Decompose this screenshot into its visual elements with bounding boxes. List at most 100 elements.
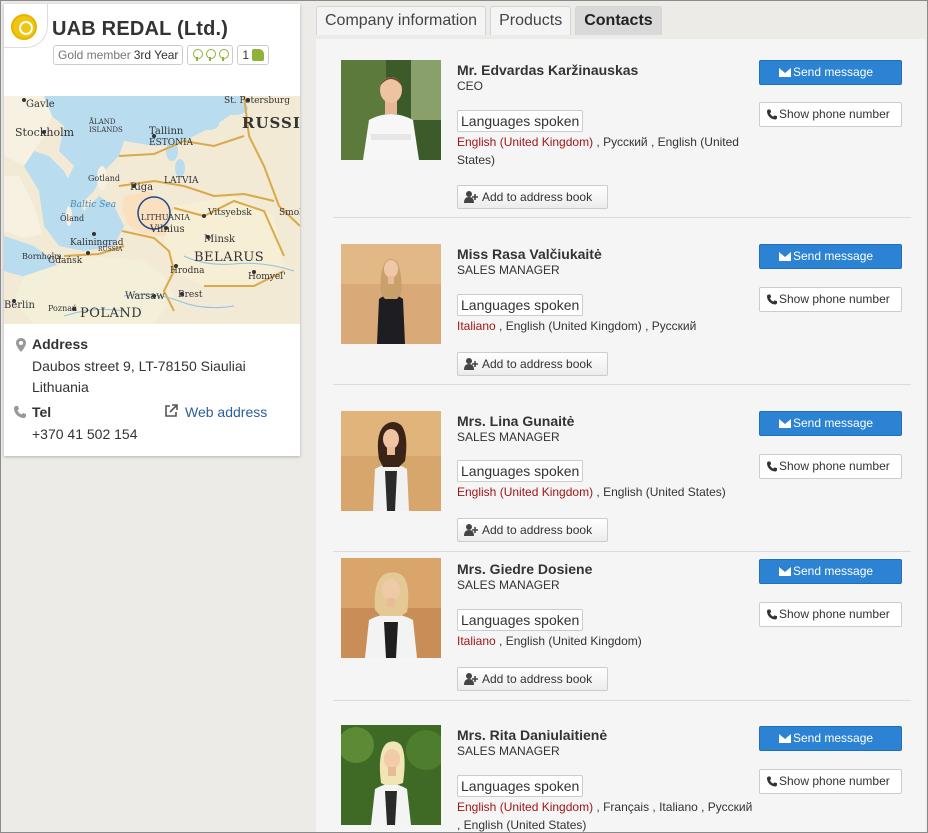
map-label: RUSSIA	[242, 114, 300, 132]
send-message-button[interactable]: Send message	[759, 726, 902, 751]
show-phone-number-button[interactable]: Show phone number	[759, 769, 902, 794]
other-languages: , English (United Kingdom)	[495, 634, 642, 648]
member-level: Gold member	[58, 48, 131, 62]
map-label: ESTONIA	[149, 138, 194, 148]
address-line-2: Lithuania	[32, 379, 89, 395]
likes-badge[interactable]: 1	[237, 45, 270, 65]
external-link-icon	[165, 404, 178, 417]
show-phone-number-button[interactable]: Show phone number	[759, 102, 902, 127]
map-label: ÅLAND ISLANDS	[89, 118, 123, 134]
map-label: Warsaw	[125, 291, 165, 302]
contact-title: SALES MANAGER	[457, 578, 560, 592]
company-logo-icon	[4, 4, 48, 48]
show-phone-number-label: Show phone number	[779, 107, 890, 121]
send-message-button[interactable]: Send message	[759, 411, 902, 436]
contact-languages: Italiano , English (United Kingdom) , Ру…	[457, 317, 757, 335]
tab-company-information[interactable]: Company information	[316, 6, 487, 35]
send-message-label: Send message	[793, 416, 874, 430]
contact-photo	[341, 244, 441, 344]
envelope-icon	[779, 567, 791, 576]
send-message-label: Send message	[793, 249, 874, 263]
native-language: English (United Kingdom)	[457, 485, 594, 499]
membership-badges: Gold member 3rd Year 1	[53, 45, 270, 65]
other-languages: , English (United States)	[593, 485, 726, 499]
tel-value: +370 41 502 154	[32, 426, 138, 442]
diamond-icon	[205, 49, 217, 61]
show-phone-number-button[interactable]: Show phone number	[759, 454, 902, 479]
map-label: Gavle	[26, 99, 55, 110]
map-label: Minsk	[204, 234, 236, 245]
contact-photo	[341, 60, 441, 160]
map-label: Riga	[130, 182, 154, 193]
map-label: Smol	[279, 208, 300, 218]
contact-languages: English (United Kingdom) , Français , It…	[457, 798, 757, 832]
add-to-address-book-label: Add to address book	[482, 357, 593, 371]
map-label: Berlin	[4, 300, 35, 311]
likes-count: 1	[242, 48, 250, 62]
map-label: POLAND	[80, 306, 143, 321]
map-label: Vilnius	[150, 224, 185, 235]
contact-title: SALES MANAGER	[457, 744, 560, 758]
add-to-address-book-button[interactable]: Add to address book	[457, 518, 608, 542]
languages-spoken-label: Languages spoken	[457, 110, 584, 132]
send-message-label: Send message	[793, 731, 874, 745]
add-to-address-book-button[interactable]: Add to address book	[457, 185, 608, 209]
tab-contacts[interactable]: Contacts	[575, 6, 662, 35]
add-to-address-book-label: Add to address book	[482, 672, 593, 686]
map-label: BELARUS	[194, 250, 265, 265]
contact-name: Mrs. Lina Gunaitė	[457, 413, 575, 429]
add-user-icon	[464, 524, 478, 536]
map-pin-icon	[16, 338, 26, 352]
contact-photo	[341, 558, 441, 658]
membership-badge[interactable]: Gold member 3rd Year	[53, 45, 184, 65]
send-message-button[interactable]: Send message	[759, 559, 902, 584]
phone-icon	[767, 776, 777, 787]
contact-photo	[341, 725, 441, 825]
envelope-icon	[779, 734, 791, 743]
add-to-address-book-button[interactable]: Add to address book	[457, 667, 608, 691]
map-label: Vitsyebsk	[208, 208, 252, 218]
phone-icon	[767, 461, 777, 472]
contact-card: Miss Rasa Valčiukaitė SALES MANAGER Lang…	[333, 218, 911, 385]
add-to-address-book-label: Add to address book	[482, 523, 593, 537]
contact-name: Miss Rasa Valčiukaitė	[457, 246, 602, 262]
add-user-icon	[464, 673, 478, 685]
map-label: Brest	[178, 290, 203, 300]
contacts-panel: Mr. Edvardas Karžinauskas CEO Languages …	[316, 39, 926, 832]
languages-spoken-label: Languages spoken	[457, 294, 584, 316]
map-label: Bornholm	[22, 252, 62, 261]
languages-spoken-label: Languages spoken	[457, 460, 584, 482]
member-years: 3rd Year	[133, 48, 179, 62]
map-label: LATVIA	[164, 176, 199, 186]
contact-card: Mrs. Giedre Dosiene SALES MANAGER Langua…	[333, 552, 911, 701]
rating-badge[interactable]	[187, 45, 234, 65]
show-phone-number-label: Show phone number	[779, 774, 890, 788]
phone-icon	[767, 609, 777, 620]
company-tabs: Company information Products Contacts	[316, 6, 662, 35]
show-phone-number-button[interactable]: Show phone number	[759, 287, 902, 312]
contact-card: Mrs. Lina Gunaitė SALES MANAGER Language…	[333, 385, 911, 552]
map-label: Poznań	[48, 304, 78, 313]
show-phone-number-button[interactable]: Show phone number	[759, 602, 902, 627]
map-label: LITHUANIA	[141, 213, 190, 222]
location-map[interactable]: Gavle St. Petersburg ÅLAND ISLANDS RUSSI…	[4, 96, 300, 324]
contact-card: Mrs. Rita Daniulaitienė SALES MANAGER La…	[333, 701, 911, 832]
phone-icon	[767, 294, 777, 305]
send-message-button[interactable]: Send message	[759, 60, 902, 85]
send-message-button[interactable]: Send message	[759, 244, 902, 269]
map-label: Öland	[60, 214, 85, 223]
add-to-address-book-button[interactable]: Add to address book	[457, 352, 608, 376]
send-message-label: Send message	[793, 564, 874, 578]
tab-products[interactable]: Products	[490, 6, 572, 35]
web-address-link[interactable]: Web address	[185, 404, 267, 420]
map-label: Gotland	[88, 174, 121, 183]
other-languages: , English (United Kingdom) , Русский	[495, 319, 697, 333]
envelope-icon	[779, 419, 791, 428]
map-label: RUSSIA	[98, 246, 123, 253]
map-label: Homyel'	[248, 272, 286, 282]
show-phone-number-label: Show phone number	[779, 292, 890, 306]
contact-languages: English (United Kingdom) , English (Unit…	[457, 483, 757, 501]
map-label: St. Petersburg	[224, 96, 290, 106]
phone-icon	[14, 406, 26, 418]
address-title: Address	[32, 336, 89, 352]
